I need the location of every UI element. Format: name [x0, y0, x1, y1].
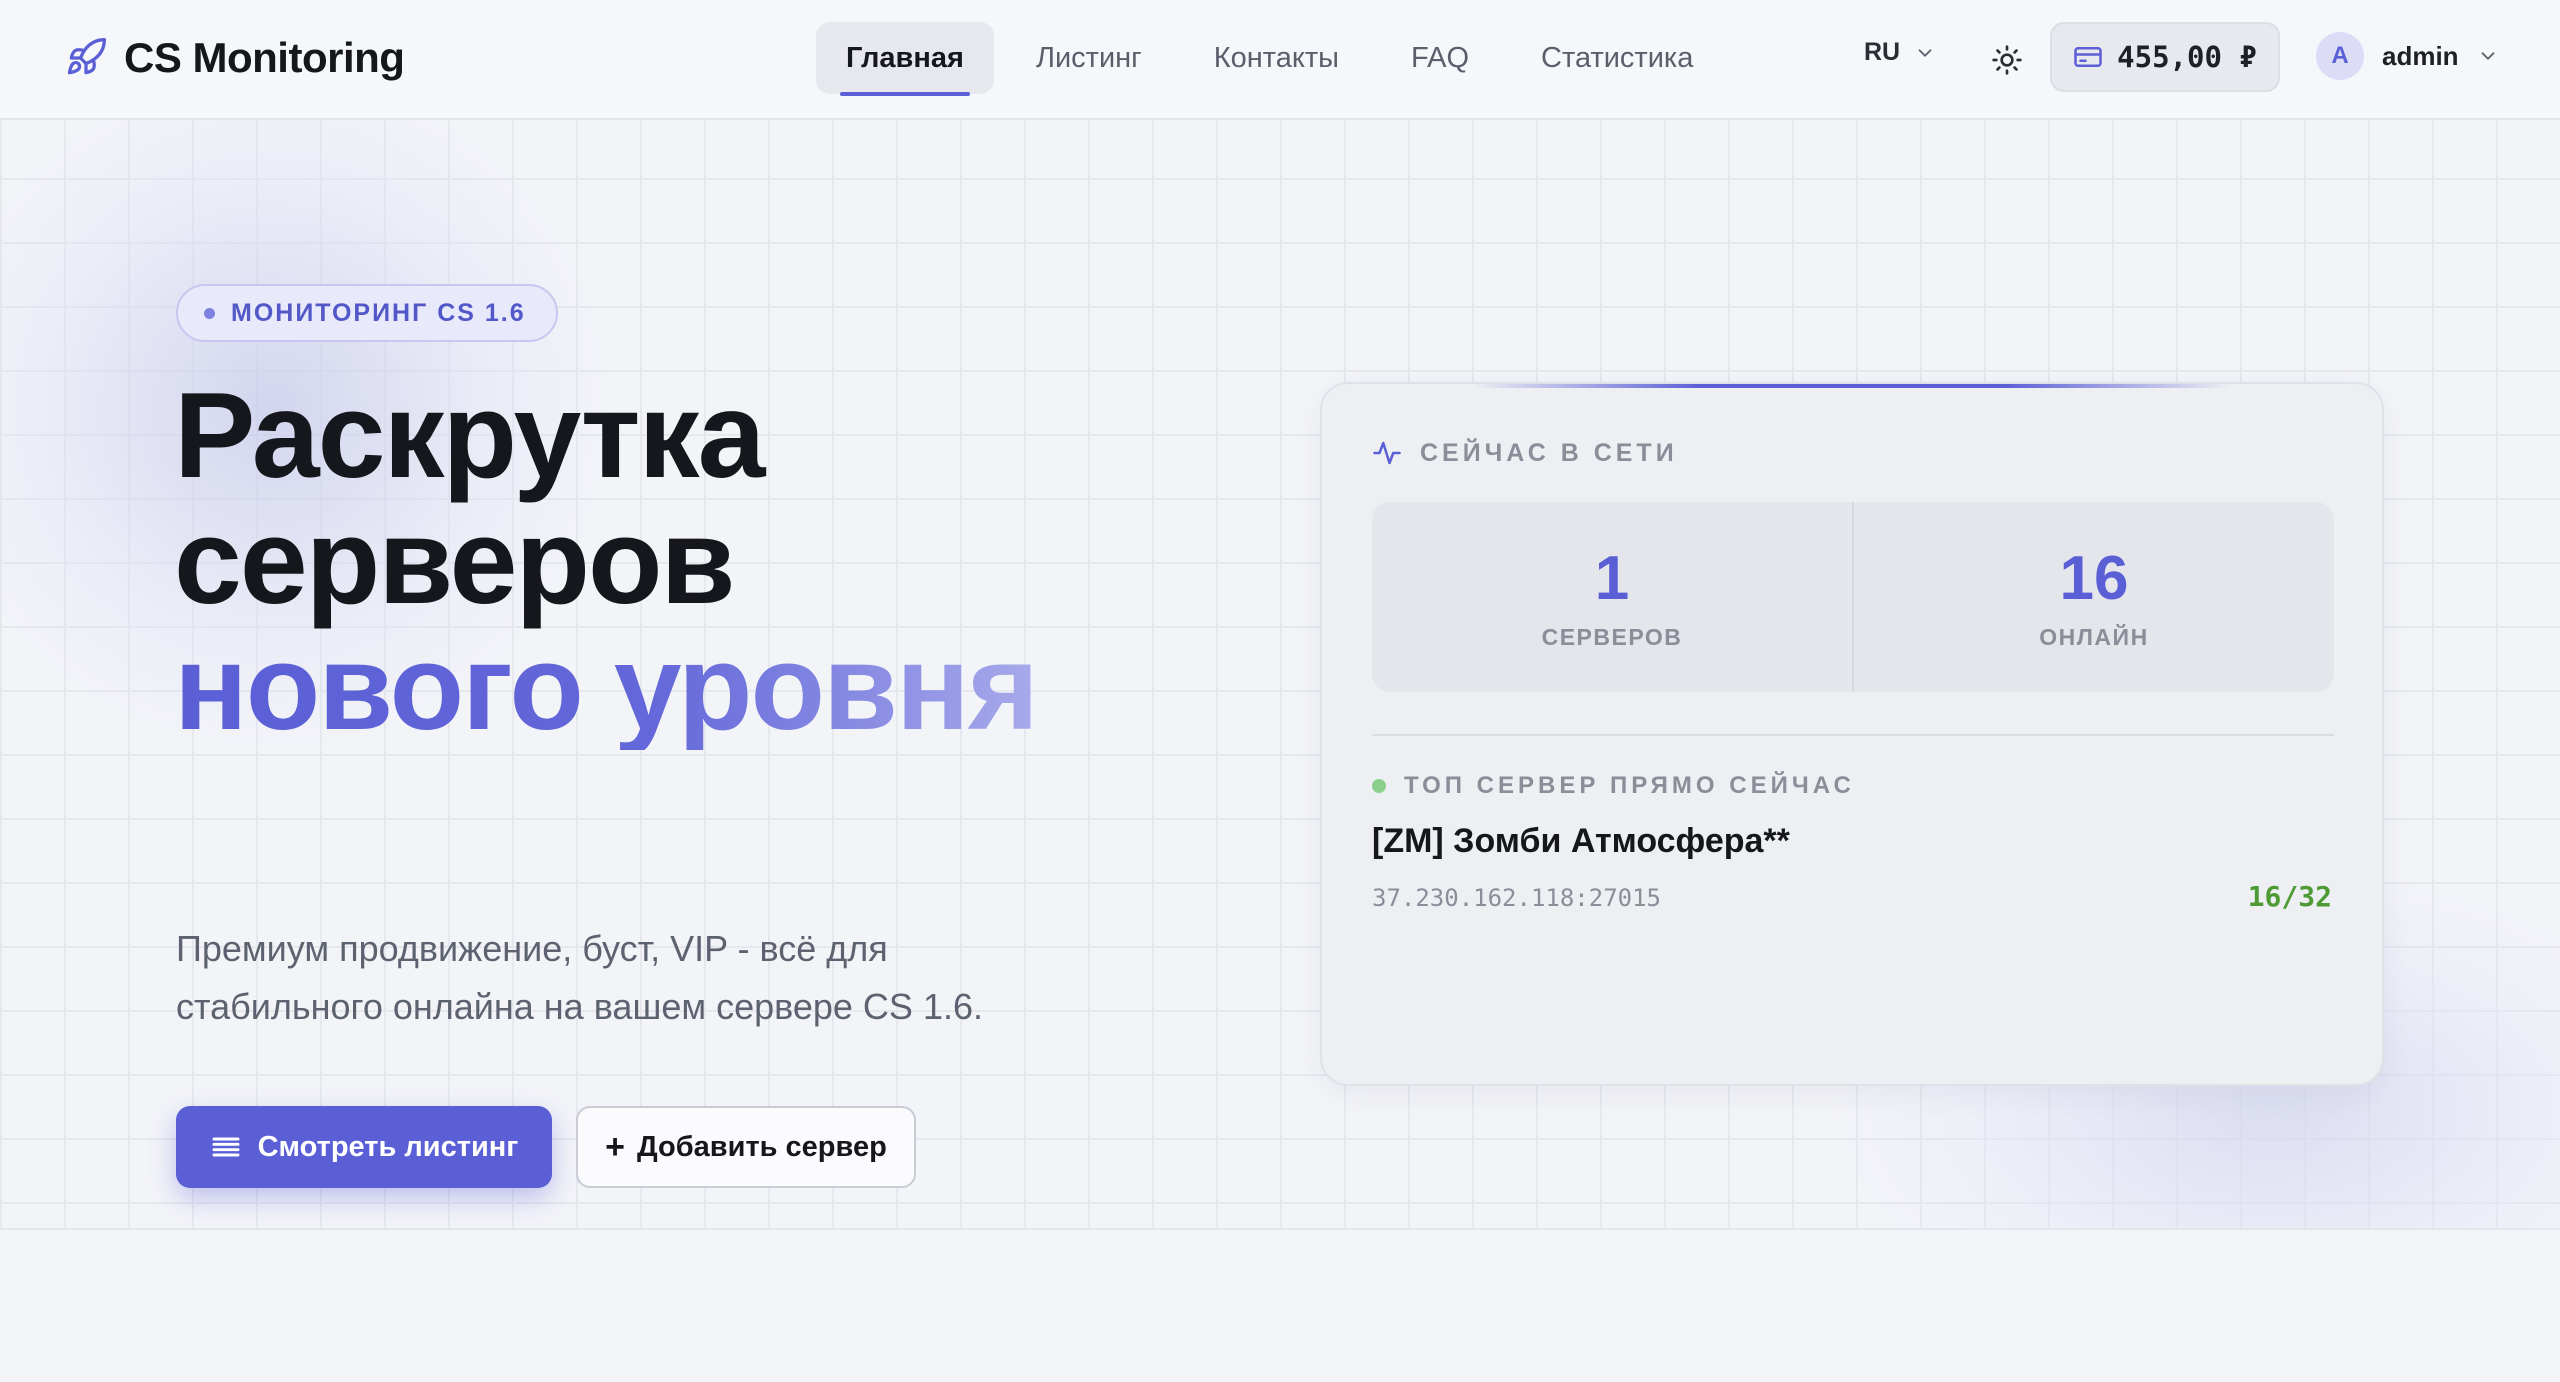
stat-servers: 1 СЕРВЕРОВ [1372, 502, 1852, 692]
nav-item-home[interactable]: Главная [816, 22, 994, 96]
add-server-label: Добавить сервер [637, 1130, 887, 1163]
activity-pulse-icon [1373, 441, 1401, 465]
hero-subtitle-line: стабильного онлайна на вашем сервере CS … [176, 986, 983, 1027]
top-navbar: CS Monitoring Главная Листинг Контакты F… [0, 0, 2560, 120]
theme-toggle-button[interactable] [1985, 38, 2029, 82]
stat-value: 16 [2059, 543, 2129, 613]
avatar: A [2316, 32, 2364, 80]
card-header: СЕЙЧАС В СЕТИ [1372, 438, 1678, 468]
brand-logo-link[interactable]: CS Monitoring [64, 34, 405, 82]
top-server-label: ТОП СЕРВЕР ПРЯМО СЕЙЧАС [1372, 772, 1855, 800]
user-name: admin [2382, 40, 2459, 71]
hero-badge: МОНИТОРИНГ CS 1.6 [176, 284, 558, 342]
top-server-players: 16/32 [2247, 880, 2332, 913]
language-selector[interactable]: RU [1864, 38, 1936, 67]
plus-icon: + [605, 1128, 626, 1166]
top-server-name[interactable]: [ZM] Зомби Атмосфера** [1372, 822, 1790, 861]
online-stats-card: СЕЙЧАС В СЕТИ 1 СЕРВЕРОВ 16 ОНЛАЙН ТОП С… [1320, 382, 2384, 1086]
hero-title-line: серверов [174, 493, 736, 629]
rocket-icon [67, 38, 106, 75]
hero-subtitle-line: Премиум продвижение, буст, VIP - всё для [176, 928, 888, 969]
top-server-address: 37.230.162.118:27015 [1372, 884, 1661, 912]
stat-label: ОНЛАЙН [2039, 623, 2149, 650]
wallet-icon [2074, 47, 2102, 67]
stats-panel: 1 СЕРВЕРОВ 16 ОНЛАЙН [1372, 502, 2334, 692]
brand-name: CS Monitoring [124, 34, 405, 81]
stat-online: 16 ОНЛАЙН [1852, 502, 2334, 692]
stat-label: СЕРВЕРОВ [1541, 623, 1683, 650]
language-label: RU [1864, 38, 1901, 66]
card-accent-line [1472, 384, 2232, 388]
online-dot-icon [1372, 779, 1386, 793]
page-footer-area [0, 1230, 2560, 1382]
nav-item-statistics[interactable]: Статистика [1511, 22, 1723, 94]
view-listing-button[interactable]: Смотреть листинг [176, 1106, 552, 1188]
hero-title-line: Раскрутка [174, 367, 765, 503]
stat-value: 1 [1594, 543, 1630, 613]
hero-badge-label: МОНИТОРИНГ CS 1.6 [231, 298, 526, 327]
card-title: СЕЙЧАС В СЕТИ [1420, 438, 1678, 467]
balance-amount: 455,00 ₽ [2117, 40, 2257, 74]
divider [1372, 734, 2334, 736]
hero-title-accent: нового уровня [174, 619, 1039, 755]
dot-icon [204, 307, 215, 319]
hero-title: Раскрутка серверов нового уровня [174, 367, 1039, 755]
add-server-button[interactable]: + Добавить сервер [576, 1106, 916, 1188]
list-icon [212, 1137, 240, 1157]
view-listing-label: Смотреть листинг [257, 1130, 519, 1163]
chevron-down-icon [1918, 48, 1932, 57]
user-menu[interactable]: A admin [2316, 32, 2499, 80]
hero-section: МОНИТОРИНГ CS 1.6 Раскрутка серверов нов… [0, 120, 2560, 1230]
balance-button[interactable]: 455,00 ₽ [2050, 22, 2280, 92]
chevron-down-icon [2481, 52, 2494, 60]
main-nav: Главная Листинг Контакты FAQ Статистика [816, 22, 1735, 96]
nav-item-contacts[interactable]: Контакты [1184, 22, 1369, 94]
sun-icon [1992, 45, 2022, 75]
hero-subtitle: Премиум продвижение, буст, VIP - всё для… [176, 920, 1076, 1036]
top-server-heading: ТОП СЕРВЕР ПРЯМО СЕЙЧАС [1404, 772, 1855, 799]
nav-item-faq[interactable]: FAQ [1381, 22, 1499, 94]
nav-item-listing[interactable]: Листинг [1006, 22, 1172, 94]
